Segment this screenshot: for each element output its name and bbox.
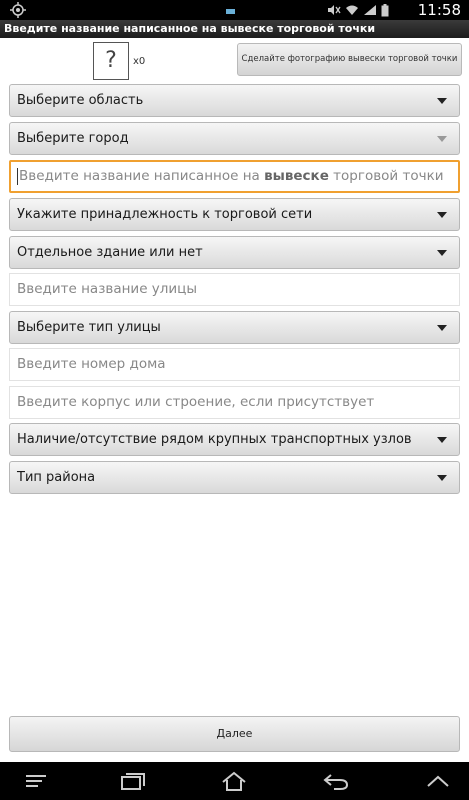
photo-thumbnail[interactable]: ? [93, 42, 129, 80]
chevron-down-icon [437, 98, 447, 104]
house-number-input[interactable]: Введите номер дома [9, 348, 460, 381]
district-type-select-label: Тип района [17, 470, 96, 485]
separate-building-select[interactable]: Отдельное здание или нет [9, 236, 460, 269]
shop-name-placeholder: Введите название написанное на [19, 168, 265, 184]
photo-count: x0 [133, 56, 146, 67]
city-select-label: Выберите город [17, 131, 129, 146]
shop-name-placeholder-end: торговой точки [328, 168, 444, 184]
location-icon [10, 2, 26, 18]
transport-select[interactable]: Наличие/отсутствие рядом крупных транспо… [9, 423, 460, 456]
recent-apps-icon[interactable] [118, 770, 146, 792]
take-photo-button[interactable]: Сделайте фотографию вывески торговой точ… [237, 43, 462, 76]
text-cursor [17, 167, 18, 185]
street-name-input[interactable]: Введите название улицы [9, 273, 460, 306]
chevron-down-icon [437, 437, 447, 443]
chevron-down-icon [437, 250, 447, 256]
house-number-placeholder: Введите номер дома [17, 356, 166, 372]
chevron-down-icon [437, 212, 447, 218]
chevron-down-icon [437, 136, 447, 142]
notification-icon [226, 9, 235, 14]
city-select[interactable]: Выберите город [9, 122, 460, 155]
street-type-select[interactable]: Выберите тип улицы [9, 311, 460, 344]
district-type-select[interactable]: Тип района [9, 461, 460, 494]
menu-icon[interactable] [22, 770, 50, 792]
building-placeholder: Введите корпус или строение, если присут… [17, 394, 375, 410]
back-icon[interactable] [322, 770, 350, 792]
wifi-icon [346, 5, 358, 15]
street-name-placeholder: Введите название улицы [17, 281, 198, 297]
status-bar: 11:58 [0, 0, 469, 20]
region-select-label: Выберите область [17, 93, 144, 108]
region-select[interactable]: Выберите область [9, 84, 460, 117]
building-input[interactable]: Введите корпус или строение, если присут… [9, 386, 460, 419]
shop-name-placeholder-bold: вывеске [264, 168, 329, 184]
signal-icon [364, 5, 376, 15]
chain-select[interactable]: Укажите принадлежность к торговой сети [9, 198, 460, 231]
navigation-bar [0, 762, 469, 800]
next-button[interactable]: Далее [9, 716, 460, 752]
chevron-up-icon[interactable] [424, 770, 452, 792]
page-title: Введите название написанное на вывеске т… [0, 20, 469, 38]
shop-name-input[interactable]: Введите название написанное на вывеске т… [9, 160, 460, 193]
home-icon[interactable] [220, 770, 248, 792]
transport-select-label: Наличие/отсутствие рядом крупных транспо… [17, 432, 412, 447]
mute-icon [328, 5, 341, 15]
battery-icon [381, 3, 389, 16]
street-type-select-label: Выберите тип улицы [17, 320, 161, 335]
clock: 11:58 [417, 1, 461, 19]
separate-building-select-label: Отдельное здание или нет [17, 245, 203, 260]
chain-select-label: Укажите принадлежность к торговой сети [17, 207, 313, 222]
chevron-down-icon [437, 325, 447, 331]
chevron-down-icon [437, 475, 447, 481]
